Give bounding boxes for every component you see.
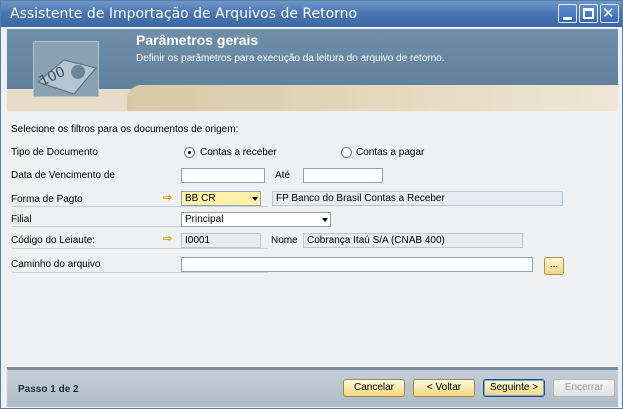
leiaute-link-arrow-icon[interactable]: ⇨ (163, 232, 172, 245)
codigo-leiaute-field: I0001 (181, 233, 261, 248)
window-title: Assistente de Importação de Arquivos de … (10, 6, 358, 22)
banknote-logo-icon: 100 (33, 41, 99, 97)
data-vencimento-de-input[interactable] (181, 168, 265, 183)
next-button[interactable]: Seguinte > (483, 379, 545, 397)
ate-label: Até (275, 170, 291, 181)
step-indicator: Passo 1 de 2 (18, 384, 79, 395)
back-button[interactable]: < Voltar (413, 379, 475, 397)
maximize-button[interactable] (579, 4, 598, 23)
radio-contas-receber-label[interactable]: Contas a receber (200, 147, 277, 158)
maximize-icon (583, 8, 594, 19)
data-vencimento-ate-input[interactable] (303, 168, 383, 183)
forma-pagto-select[interactable]: BB CR (181, 191, 261, 206)
data-vencimento-label: Data de Vencimento de (11, 170, 115, 181)
radio-contas-receber[interactable] (184, 147, 195, 158)
filial-select[interactable]: Principal (181, 212, 331, 227)
forma-pagto-description: FP Banco do Brasil Contas a Receber (272, 191, 563, 206)
nome-label: Nome (271, 235, 298, 246)
forma-pagto-label: Forma de Pagto (11, 194, 83, 205)
browse-file-button[interactable]: ... (544, 257, 564, 275)
filial-value: Principal (185, 214, 224, 225)
cancel-button[interactable]: Cancelar (343, 379, 405, 397)
forma-pagto-link-arrow-icon[interactable]: ⇨ (163, 191, 172, 204)
divider (12, 272, 268, 273)
divider (12, 248, 268, 249)
page-subtitle: Definir os parâmetros para execução da l… (136, 53, 445, 64)
nome-field: Cobrança Itaú S/A (CNAB 400) (303, 233, 523, 248)
header-band-curve (127, 85, 618, 111)
chevron-down-icon (322, 218, 328, 222)
chevron-down-icon (252, 197, 258, 201)
caminho-arquivo-label: Caminho do arquivo (11, 259, 101, 270)
tipo-documento-label: Tipo de Documento (11, 147, 98, 158)
codigo-leiaute-label: Código do Leiaute: (11, 235, 95, 246)
close-icon: ✕ (602, 4, 615, 22)
form-area: Selecione os filtros para os documentos … (7, 111, 618, 367)
divider (12, 206, 268, 207)
filters-intro: Selecione os filtros para os documentos … (11, 124, 239, 135)
minimize-button[interactable] (558, 4, 577, 23)
page-title: Parâmetros gerais (136, 32, 259, 48)
radio-contas-pagar[interactable] (341, 147, 352, 158)
filial-label: Filial (11, 214, 32, 225)
title-bar[interactable]: Assistente de Importação de Arquivos de … (1, 1, 622, 27)
minimize-icon (563, 17, 572, 20)
wizard-footer: Passo 1 de 2 Cancelar < Voltar Seguinte … (7, 367, 618, 407)
wizard-header: 100 Parâmetros gerais Definir os parâmet… (7, 29, 618, 111)
close-button[interactable]: ✕ (600, 4, 619, 23)
wizard-window: Assistente de Importação de Arquivos de … (0, 0, 623, 409)
radio-selected-dot (188, 151, 191, 154)
forma-pagto-value: BB CR (185, 193, 216, 204)
caminho-arquivo-input[interactable] (181, 257, 533, 272)
finish-button[interactable]: Encerrar (553, 379, 615, 397)
radio-contas-pagar-label[interactable]: Contas a pagar (356, 147, 424, 158)
